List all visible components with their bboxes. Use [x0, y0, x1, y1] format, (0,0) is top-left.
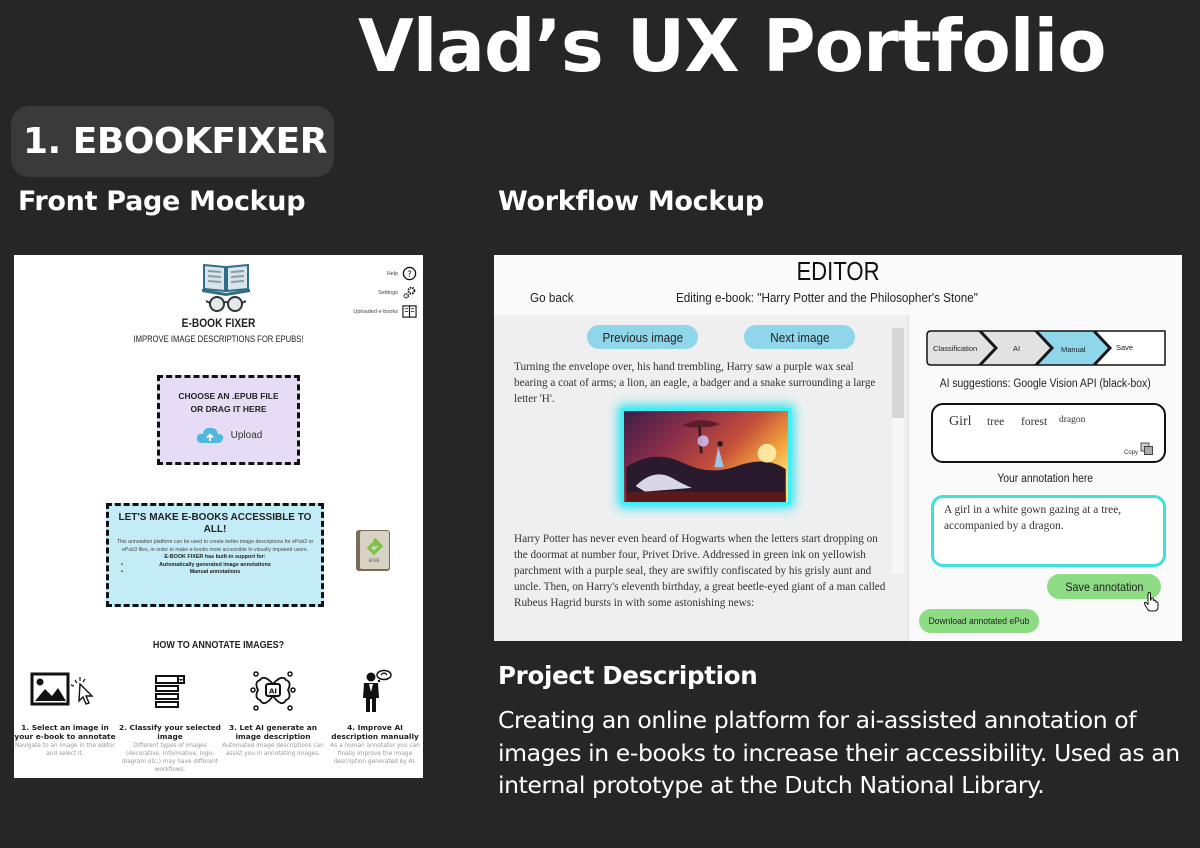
step-label: AI — [1013, 344, 1020, 353]
fantasy-illustration — [626, 420, 786, 502]
workflow-stepper-graphic: Classification AI Manual Save — [926, 330, 1166, 366]
support-heading: E-BOOK FIXER has built-in support for: — [164, 554, 266, 560]
howto-step: 1. Select an image in your e-book to ann… — [14, 665, 116, 758]
step-title: 3. Let AI generate an image description — [229, 723, 317, 741]
go-back-link[interactable]: Go back — [530, 290, 574, 305]
upload-title: CHOOSE AN .EPUB FILE OR DRAG IT HERE — [178, 390, 278, 416]
book-glasses-logo-icon — [202, 263, 250, 312]
nav-uploaded-ebooks[interactable]: Uploaded e-books — [277, 302, 417, 321]
nav-help-label: Help — [386, 270, 398, 277]
howto-step: AI 3. Let AI generate an image descripti… — [222, 665, 324, 758]
front-page-heading: Front Page Mockup — [18, 186, 306, 217]
step-title: 2. Classify your selected image — [119, 723, 221, 741]
workflow-mockup: EDITOR Go back Editing e-book: "Harry Po… — [494, 255, 1182, 641]
step-label: Save — [1116, 343, 1133, 352]
dropdown-list-icon — [155, 675, 185, 708]
workflow-stepper: Classification AI Manual Save — [925, 329, 1167, 367]
project-description-text: Creating an online platform for ai-assis… — [498, 706, 1180, 799]
howto-step: 2. Classify your selected image Differen… — [119, 665, 221, 774]
ai-tag[interactable]: forest — [1021, 416, 1047, 428]
ai-chip-icon: AI — [250, 671, 296, 711]
upload-label: Upload — [230, 429, 263, 441]
annotation-textarea[interactable]: A girl in a white gown gazing at a tree,… — [931, 495, 1166, 567]
copy-button[interactable]: Copy — [1124, 442, 1154, 456]
nav-settings[interactable]: Settings — [277, 283, 417, 302]
svg-text:AI: AI — [269, 688, 277, 696]
save-annotation-label: Save annotation — [1064, 579, 1144, 594]
gears-icon — [403, 286, 416, 299]
step-desc: Navigate to an image in the editor and s… — [14, 743, 116, 757]
previous-image-label: Previous image — [602, 329, 683, 345]
upload-title-line2: OR DRAG IT HERE — [190, 404, 267, 414]
annotation-panel: Classification AI Manual Save AI suggest… — [908, 315, 1182, 641]
annotation-label: Your annotation here — [909, 473, 1182, 485]
epub-book-icon: EPUB — [356, 530, 390, 571]
svg-text:?: ? — [407, 269, 411, 279]
ebook-paragraph: Turning the envelope over, his hand trem… — [514, 361, 876, 405]
workflow-heading: Workflow Mockup — [498, 186, 764, 217]
download-epub-button[interactable]: Download annotated ePub — [919, 609, 1039, 633]
editor-title: EDITOR — [796, 256, 880, 286]
ebook-paragraph: Harry Potter has never even heard of Hog… — [514, 533, 886, 609]
upload-button[interactable]: Upload — [195, 425, 263, 445]
help-circle-icon: ? — [402, 266, 417, 281]
ai-suggestions-text: AI suggestions: Google Vision API (black… — [940, 378, 1151, 390]
thinking-person-icon — [363, 669, 392, 712]
step-title: 4. Improve AI description manually — [331, 723, 419, 741]
previous-image-button[interactable]: Previous image — [587, 325, 698, 349]
ai-suggestions-label: AI suggestions: Google Vision API (black… — [909, 378, 1182, 390]
open-book-icon — [402, 305, 417, 318]
accessibility-title: LET'S MAKE E-BOOKS ACCESSIBLE TO ALL! — [118, 512, 312, 535]
nav-uploaded-label: Uploaded e-books — [353, 308, 398, 315]
upload-title-line1: CHOOSE AN .EPUB FILE — [178, 391, 279, 401]
download-epub-label: Download annotated ePub — [928, 615, 1030, 627]
hand-cursor-icon — [1143, 592, 1159, 612]
accessibility-info-box: LET'S MAKE E-BOOKS ACCESSIBLE TO ALL! Th… — [106, 503, 324, 607]
ai-tag[interactable]: tree — [987, 416, 1004, 428]
step-label: Classification — [933, 344, 977, 353]
nav-settings-label: Settings — [378, 289, 398, 296]
step-desc: As a human annotator you can finally imp… — [330, 743, 420, 765]
step-desc: Automated image descriptions can assist … — [222, 743, 324, 757]
step-desc: Different types of images (decorative, i… — [121, 743, 219, 773]
feature-list: Automatically generated image annotation… — [115, 562, 315, 577]
selected-ebook-image[interactable] — [621, 408, 791, 505]
ai-suggestions-box: Girl tree forest dragon Copy — [931, 403, 1166, 463]
step-label: Manual — [1061, 345, 1086, 354]
ebook-reader-pane: Previous image Next image Turning the en… — [494, 315, 908, 641]
reader-scrollbar-thumb[interactable] — [892, 328, 904, 418]
front-page-mockup: E-BOOK FIXER IMPROVE IMAGE DESCRIPTIONS … — [14, 255, 423, 778]
cloud-upload-icon — [196, 427, 223, 443]
howto-step: 4. Improve AI description manually As a … — [324, 665, 423, 766]
accessibility-body: This annotation platform can be used to … — [116, 539, 314, 553]
copy-icon — [1140, 442, 1153, 455]
ai-tag[interactable]: dragon — [1059, 415, 1085, 425]
section-badge: 1. EBOOKFIXER — [11, 106, 334, 177]
copy-label: Copy — [1123, 450, 1138, 456]
feature-item: Automatically generated image annotation… — [115, 562, 315, 570]
howto-title: HOW TO ANNOTATE IMAGES? — [152, 640, 285, 651]
portfolio-title: Vlad’s UX Portfolio — [358, 4, 1107, 88]
tagline: IMPROVE IMAGE DESCRIPTIONS FOR EPUBS! — [133, 334, 304, 344]
annotation-label-text: Your annotation here — [997, 473, 1094, 485]
epub-icon-label: EPUB — [369, 558, 380, 563]
nav-help[interactable]: Help ? — [277, 264, 417, 283]
upload-dropzone[interactable]: CHOOSE AN .EPUB FILE OR DRAG IT HERE Upl… — [157, 375, 300, 465]
project-description-heading: Project Description — [498, 661, 758, 690]
top-nav: Help ? Settings Uploaded e-books — [277, 264, 417, 321]
ai-tag[interactable]: Girl — [949, 414, 972, 430]
image-select-icon — [30, 672, 94, 706]
feature-item: Manual annotations — [115, 569, 315, 577]
next-image-button[interactable]: Next image — [744, 325, 855, 349]
step-title: 1. Select an image in your e-book to ann… — [14, 723, 116, 741]
next-image-label: Next image — [769, 329, 830, 345]
editing-ebook-label: Editing e-book: "Harry Potter and the Ph… — [676, 290, 978, 305]
